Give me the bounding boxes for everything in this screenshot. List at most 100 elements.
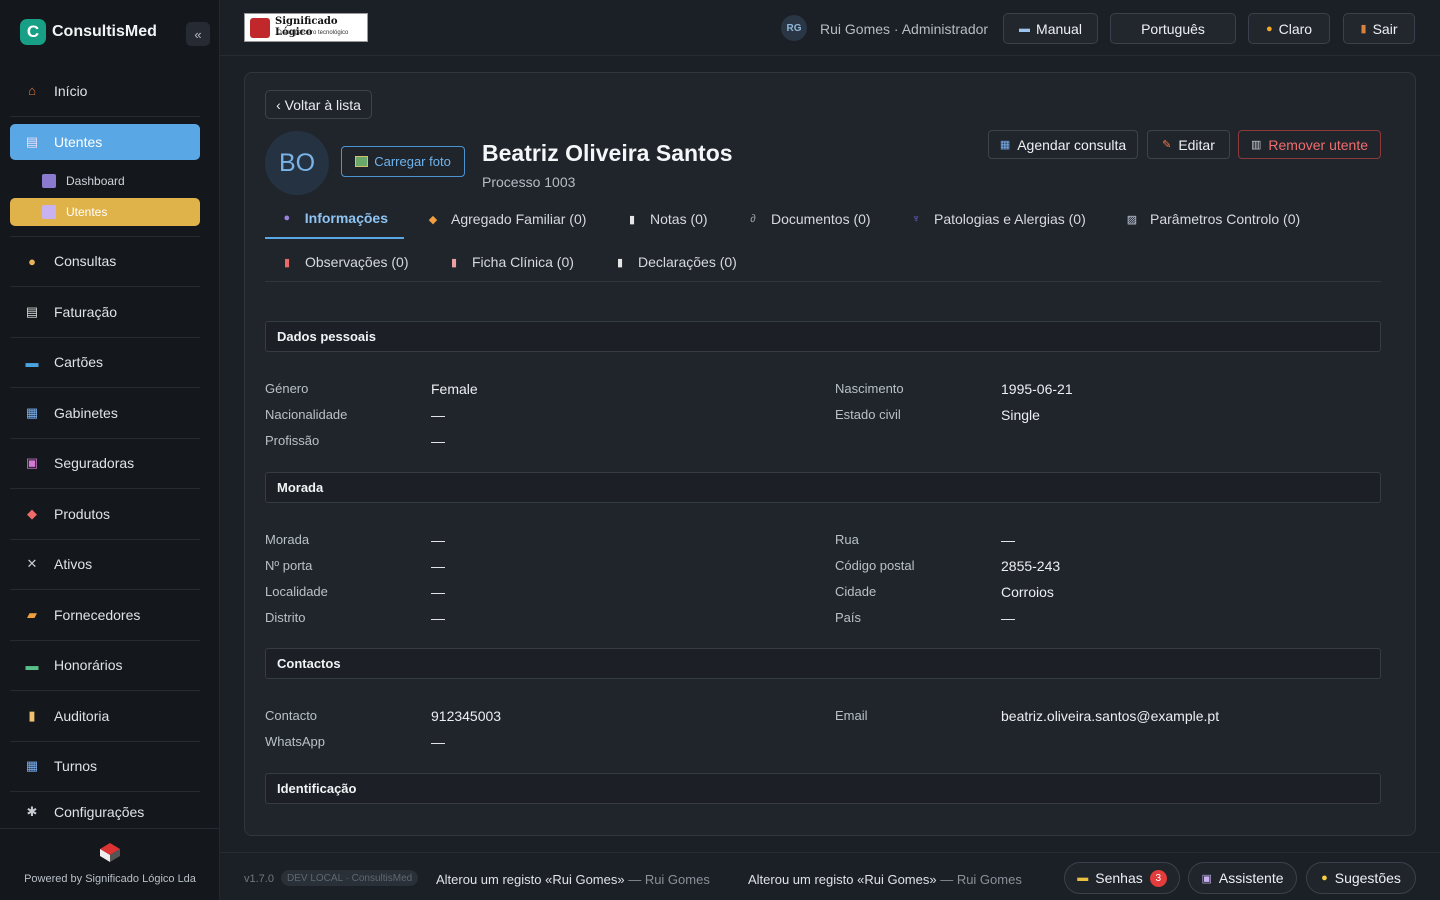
address-label: Morada: [265, 532, 310, 547]
assistant-button[interactable]: ▣ Assistente: [1188, 862, 1297, 894]
brand-name: ConsultisMed: [52, 23, 157, 40]
sidebar-item-faturacao[interactable]: ▤ Faturação: [10, 287, 200, 338]
scroll-icon: ▮: [28, 707, 36, 723]
calendar-icon: ▦: [25, 404, 39, 420]
sidebar-subitem-dashboard[interactable]: Dashboard: [10, 167, 200, 195]
senhas-button[interactable]: ▬ Senhas 3: [1064, 862, 1180, 894]
section-contacts: Contactos: [265, 648, 1381, 679]
sidebar-footer: Powered by Significado Lógico Lda: [0, 828, 220, 900]
sidebar-item-label: Fornecedores: [54, 606, 141, 623]
company-logo-icon: [100, 843, 120, 862]
tab-ficha-clinica[interactable]: ▮ Ficha Clínica (0): [432, 242, 590, 282]
document-icon: ▮: [616, 256, 624, 269]
activity-item[interactable]: Alterou um registo «Rui Gomes» — Rui Gom…: [436, 872, 710, 887]
sidebar-item-turnos[interactable]: ▦ Turnos: [10, 742, 200, 792]
activity-item[interactable]: Alterou um registo «Rui Gomes» — Rui Gom…: [748, 872, 1022, 887]
schedule-appointment-button[interactable]: ▦ Agendar consulta: [988, 130, 1138, 159]
user-avatar[interactable]: RG: [781, 15, 807, 41]
sidebar-subitem-label: Dashboard: [66, 173, 125, 188]
sidebar-item-auditoria[interactable]: ▮ Auditoria: [10, 691, 200, 742]
tab-parametros-controlo[interactable]: ▨ Parâmetros Controlo (0): [1110, 199, 1316, 239]
tab-documentos[interactable]: ∂ Documentos (0): [731, 199, 887, 239]
doctor-icon: ●: [28, 253, 36, 269]
contact-label: Contacto: [265, 708, 318, 723]
sidebar-item-label: Auditoria: [54, 707, 110, 724]
marital-status-label: Estado civil: [835, 407, 901, 422]
edit-button[interactable]: ✎ Editar: [1147, 130, 1230, 159]
memo-icon: ▮: [283, 256, 291, 269]
sidebar-item-configuracoes[interactable]: ✱ Configurações: [10, 792, 200, 832]
birthdate-value: 1995-06-21: [1001, 381, 1073, 397]
sidebar-item-label: Faturação: [54, 303, 118, 320]
sidebar-item-seguradoras[interactable]: ▣ Seguradoras: [10, 439, 200, 489]
sidebar-item-utentes[interactable]: ▤ Utentes: [10, 123, 200, 160]
suggestions-button[interactable]: ● Sugestões: [1306, 862, 1416, 894]
email-value: beatriz.oliveira.santos@example.pt: [1001, 708, 1220, 724]
sidebar-item-produtos[interactable]: ◆ Produtos: [10, 489, 200, 540]
back-to-list-button[interactable]: ‹ Voltar à lista: [265, 90, 372, 119]
patient-detail-card: ‹ Voltar à lista BO Carregar foto Beatri…: [244, 72, 1416, 836]
district-value: —: [431, 610, 445, 626]
sidebar-item-honorarios[interactable]: ▬ Honorários: [10, 641, 200, 691]
contact-value: 912345003: [431, 708, 502, 724]
district-label: Distrito: [265, 610, 306, 625]
sidebar-item-label: Gabinetes: [54, 404, 118, 421]
email-label: Email: [835, 708, 868, 723]
door-number-value: —: [431, 558, 445, 574]
tab-informacoes[interactable]: ● Informações: [265, 199, 404, 239]
receipt-icon: ▤: [25, 303, 39, 319]
powered-by-text: Powered by Significado Lógico Lda: [24, 873, 196, 885]
theme-toggle-button[interactable]: ● Claro: [1248, 13, 1330, 44]
sidebar-item-consultas[interactable]: ● Consultas: [10, 237, 200, 287]
lightbulb-icon: ●: [1321, 872, 1328, 884]
tab-observacoes[interactable]: ▮ Observações (0): [265, 242, 424, 282]
sidebar-subitem-utentes[interactable]: Utentes: [10, 197, 200, 226]
trash-icon: ▥: [1250, 139, 1262, 151]
patient-avatar: BO: [265, 131, 329, 195]
pencil-icon: ✎: [1162, 139, 1172, 151]
sidebar-item-cartoes[interactable]: ▬ Cartões: [10, 338, 200, 388]
upload-photo-button[interactable]: Carregar foto: [341, 146, 465, 177]
sidebar-item-inicio[interactable]: ⌂ Início: [10, 66, 200, 117]
sidebar-item-fornecedores[interactable]: ▰ Fornecedores: [10, 590, 200, 641]
sidebar: C ConsultisMed « ⌂ Início ▤ Utentes Dash…: [0, 0, 220, 900]
tabs-divider: [265, 281, 1381, 282]
sidebar-item-gabinetes[interactable]: ▦ Gabinetes: [10, 388, 200, 439]
whatsapp-value: —: [431, 734, 445, 750]
robot-icon: ▣: [1201, 872, 1212, 885]
sidebar-item-ativos[interactable]: ✕ Ativos: [10, 540, 200, 590]
user-label: Rui Gomes · Administrador: [820, 21, 989, 37]
tab-agregado-familiar[interactable]: ◆ Agregado Familiar (0): [411, 199, 602, 239]
patient-name: Beatriz Oliveira Santos: [482, 140, 733, 166]
postal-code-value: 2855-243: [1001, 558, 1061, 574]
brand[interactable]: C ConsultisMed: [20, 19, 157, 45]
card-icon: ▬: [25, 354, 39, 370]
tab-notas[interactable]: ▮ Notas (0): [610, 199, 724, 239]
sidebar-item-label: Turnos: [54, 758, 98, 775]
section-personal-data: Dados pessoais: [265, 321, 1381, 352]
chart-icon: ▨: [1126, 213, 1138, 226]
gender-value: Female: [431, 381, 478, 397]
tab-declaracoes[interactable]: ▮ Declarações (0): [598, 242, 753, 282]
whatsapp-label: WhatsApp: [265, 734, 325, 749]
remove-patient-button[interactable]: ▥ Remover utente: [1238, 130, 1381, 159]
sidebar-item-label: Utentes: [54, 133, 103, 150]
sidebar-item-label: Consultas: [54, 253, 117, 270]
tab-patologias-alergias[interactable]: ♆ Patologias e Alergias (0): [894, 199, 1102, 239]
section-identification: Identificação: [265, 773, 1381, 804]
gender-label: Género: [265, 381, 309, 396]
user-icon: ●: [283, 212, 291, 224]
app-version: v1.7.0: [244, 873, 274, 885]
locality-label: Localidade: [265, 584, 328, 599]
language-select[interactable]: Português: [1110, 13, 1236, 44]
birthdate-label: Nascimento: [835, 381, 904, 396]
logout-button[interactable]: ▮ Sair: [1343, 13, 1415, 44]
calendar-icon: ▦: [999, 139, 1011, 151]
home-icon: ⌂: [28, 83, 36, 99]
sun-icon: ●: [1265, 22, 1273, 35]
manual-button[interactable]: ▬ Manual: [1003, 13, 1098, 44]
paperclip-icon: ∂: [750, 213, 756, 225]
collapse-sidebar-button[interactable]: «: [186, 22, 210, 46]
sidebar-item-label: Ativos: [54, 556, 93, 573]
profession-label: Profissão: [265, 433, 320, 448]
